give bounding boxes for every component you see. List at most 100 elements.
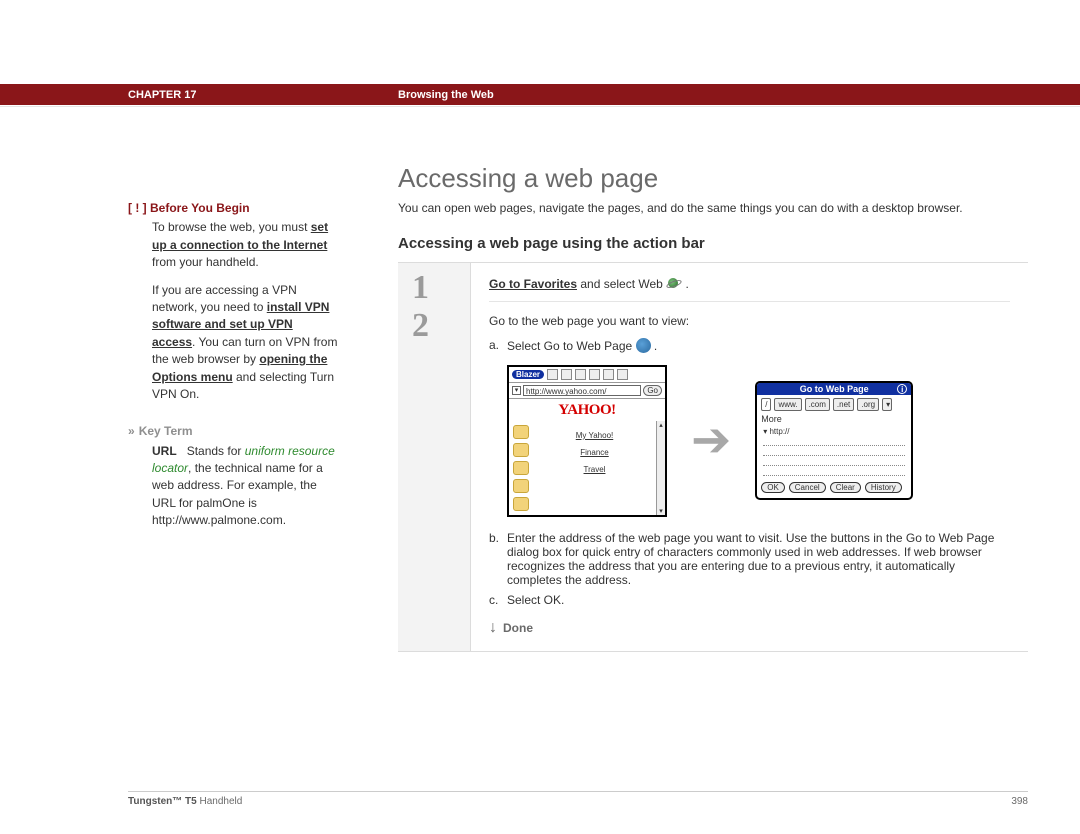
history-button: History [865,482,902,493]
quick-entry-row: / www. .com .net .org ▾ More [757,395,911,427]
byb-paragraph-1: To browse the web, you must set up a con… [128,219,338,271]
yahoo-link: Travel [533,465,656,474]
dialog-buttons: OK Cancel Clear History [757,478,911,498]
step-2-lead: Go to the web page you want to view: [489,314,1010,328]
folder-icon [513,461,529,475]
yahoo-body: My Yahoo! Finance Travel ▴▾ [509,421,665,515]
pill-slash: / [761,398,771,411]
dialog-title-text: Go to Web Page [800,384,869,394]
globe-toolbar-icon [589,369,600,380]
byb-text: Before You Begin [150,201,250,215]
address-line [763,436,905,446]
chapter-label: CHAPTER 17 [128,89,196,101]
yahoo-icon-column [509,421,533,515]
step-number-rail: 1 2 [398,263,470,651]
dropdown-icon: ▾ [763,427,767,436]
ok-button: OK [761,482,785,493]
done-label: Done [503,621,533,635]
goto-webpage-dialog: Go to Web Page i / www. .com .net .org ▾… [755,381,913,500]
yahoo-link: Finance [533,448,656,457]
text: To browse the web, you must [152,220,311,234]
intro-text: You can open web pages, navigate the pag… [398,200,1028,217]
dropdown-icon: ▾ [882,398,892,411]
before-you-begin-heading: [ ! ] Before You Begin [128,200,338,217]
product-rest: Handheld [197,796,243,807]
key-term-label: Key Term [139,424,193,438]
pill-com: .com [805,398,830,411]
pill-net: .net [833,398,854,411]
address-area: ▾ http:// [757,427,911,478]
product-bold: Tungsten™ T5 [128,796,197,807]
substep-c: c. Select OK. [489,593,1010,607]
term-name: URL [152,444,177,458]
section-heading: Accessing a web page using the action ba… [398,235,1028,252]
more-label: More [761,414,782,424]
url-bar: ▾ http://www.yahoo.com/ Go [509,383,665,399]
clear-button: Clear [830,482,861,493]
pill-org: .org [857,398,879,411]
text: Stands for [187,444,245,458]
blazer-toolbar: Blazer [509,367,665,383]
sidebar: [ ! ] Before You Begin To browse the web… [128,200,338,540]
done-indicator: ↓ Done [489,619,1010,637]
step-1: Go to Favorites and select Web . [489,277,1010,302]
step-2: Go to the web page you want to view: a. … [489,314,1010,637]
divider [0,106,1080,107]
substep-label: a. [489,338,507,353]
forward-icon [561,369,572,380]
step-number-1: 1 [412,271,470,305]
address-line [763,466,905,476]
step-body: Go to Favorites and select Web . Go to t… [470,263,1028,651]
chapter-header: CHAPTER 17 Browsing the Web [0,84,1080,105]
scrollbar: ▴▾ [656,421,665,515]
bookmark-icon [617,369,628,380]
cancel-button: Cancel [789,482,826,493]
page-number: 398 [1011,796,1028,807]
yahoo-logo-row: YAHOO! [509,399,665,421]
arrow-right-icon: ➔ [691,417,731,465]
dialog-title: Go to Web Page i [757,383,911,395]
chevron-icon: » [128,424,133,438]
key-term-body: URL Stands for uniform resource locator,… [128,443,338,530]
chapter-title: Browsing the Web [398,89,494,101]
substep-a: a. Select Go to Web Page . [489,338,1010,353]
address-line [763,456,905,466]
alert-marker: [ ! ] [128,201,147,215]
substep-label: c. [489,593,507,607]
main-content: Accessing a web page You can open web pa… [398,163,1028,652]
text: Enter the address of the web page you wa… [507,531,1010,587]
step-number-2: 2 [412,309,470,343]
go-button: Go [643,385,662,396]
link-go-to-favorites[interactable]: Go to Favorites [489,277,577,291]
dropdown-icon: ▾ [512,386,521,395]
text: Select Go to Web Page [507,339,636,353]
folder-icon [513,497,529,511]
folder-icon [513,425,529,439]
key-term-heading: » Key Term [128,423,338,440]
product-name: Tungsten™ T5 Handheld [128,796,242,807]
address-line [763,446,905,456]
folder-icon [513,479,529,493]
blazer-app-name: Blazer [512,370,544,379]
folder-icon [513,443,529,457]
screenshots-row: Blazer ▾ http://www.yahoo.com/ Go [507,365,1010,517]
down-arrow-icon: ↓ [489,619,497,637]
web-icon [666,277,682,291]
url-field: http://www.yahoo.com/ [523,385,641,396]
pill-www: www. [774,398,801,411]
byb-paragraph-2: If you are accessing a VPN network, you … [128,282,338,404]
page-footer: Tungsten™ T5 Handheld 398 [128,791,1028,807]
steps-container: 1 2 Go to Favorites and select Web . Go … [398,262,1028,652]
text: from your handheld. [152,255,259,269]
info-icon: i [897,384,907,394]
yahoo-logo: YAHOO! [558,402,615,418]
substep-label: b. [489,531,507,587]
page-title: Accessing a web page [398,163,1028,194]
text: Select OK. [507,593,1010,607]
text: and select Web [577,277,666,291]
yahoo-links-column: My Yahoo! Finance Travel [533,421,656,515]
globe-icon [636,338,651,353]
substep-b: b. Enter the address of the web page you… [489,531,1010,587]
home-icon [603,369,614,380]
url-prefix: http:// [769,427,789,436]
